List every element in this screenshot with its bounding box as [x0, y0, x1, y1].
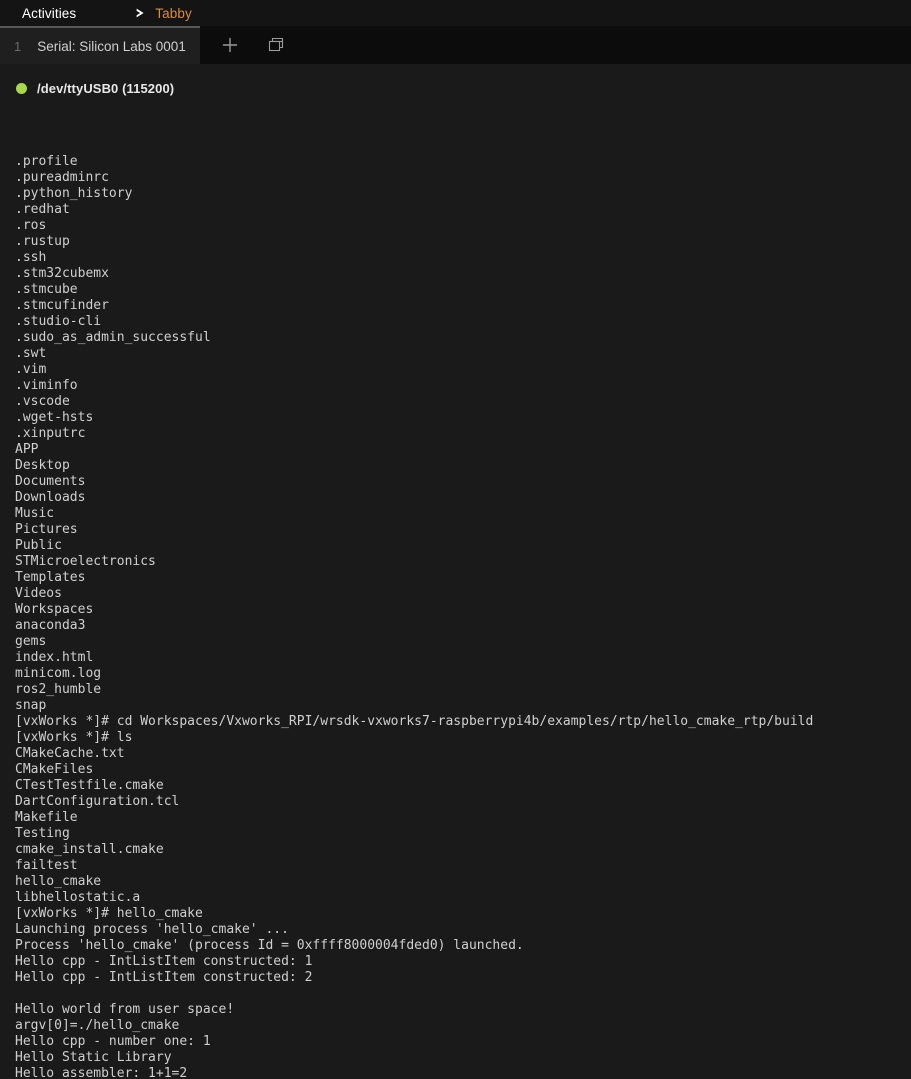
- terminal-line: [vxWorks *]# cd Workspaces/Vxworks_RPI/w…: [15, 714, 814, 729]
- terminal-line: Music: [15, 506, 55, 521]
- serial-connection-status: /dev/ttyUSB0 (115200): [0, 64, 911, 98]
- terminal-line: DartConfiguration.tcl: [15, 794, 180, 809]
- terminal-line: .vscode: [15, 394, 70, 409]
- terminal-line: Workspaces: [15, 602, 94, 617]
- terminal-line: CTestTestfile.cmake: [15, 778, 164, 793]
- terminal-line: .redhat: [15, 202, 70, 217]
- terminal-line: Desktop: [15, 458, 70, 473]
- terminal-scrollback: .profile .pureadminrc .python_history .redh…: [15, 154, 911, 1079]
- terminal-line: hello_cmake: [15, 874, 102, 889]
- terminal-line: .pureadminrc: [15, 170, 109, 185]
- tab-serial-silicon-labs[interactable]: 1 Serial: Silicon Labs 0001: [0, 26, 200, 64]
- terminal-line: .viminfo: [15, 378, 78, 393]
- terminal-line: Process 'hello_cmake' (process Id = 0xff…: [15, 938, 524, 953]
- new-tab-button[interactable]: [218, 33, 242, 57]
- terminal-line: Launching process 'hello_cmake' ...: [15, 922, 289, 937]
- terminal-line: .stmcufinder: [15, 298, 109, 313]
- terminal-line: .stmcube: [15, 282, 78, 297]
- terminal-line: .xinputrc: [15, 426, 86, 441]
- terminal-line: Hello assembler: 1+1=2: [15, 1066, 188, 1079]
- terminal-line: index.html: [15, 650, 94, 665]
- terminal-line: .vim: [15, 362, 47, 377]
- terminal-line: Downloads: [15, 490, 86, 505]
- terminal-line: Testing: [15, 826, 70, 841]
- terminal-line: Documents: [15, 474, 86, 489]
- terminal-line: [vxWorks *]# ls: [15, 730, 133, 745]
- connection-status-dot: [16, 82, 27, 94]
- tab-title-label: Serial: Silicon Labs 0001: [37, 38, 186, 54]
- gnome-top-bar: Activities Tabby: [0, 0, 911, 26]
- chevron-right-icon: [134, 6, 148, 20]
- terminal-line: Templates: [15, 570, 86, 585]
- terminal-line: ros2_humble: [15, 682, 102, 697]
- terminal-line: .python_history: [15, 186, 133, 201]
- terminal-pane[interactable]: /dev/ttyUSB0 (115200) .profile .pureadmin…: [0, 64, 911, 1079]
- split-pane-button[interactable]: [264, 33, 288, 57]
- terminal-line: CMakeCache.txt: [15, 746, 125, 761]
- terminal-line: snap: [15, 698, 47, 713]
- plus-icon: [221, 36, 239, 54]
- terminal-line: anaconda3: [15, 618, 86, 633]
- terminal-line: .swt: [15, 346, 47, 361]
- terminal-line: .ros: [15, 218, 47, 233]
- tab-strip-actions: [200, 26, 288, 64]
- terminal-line: Hello world from user space!: [15, 1002, 235, 1017]
- terminal-line: libhellostatic.a: [15, 890, 141, 905]
- app-name-label: Tabby: [155, 5, 192, 21]
- terminal-line: minicom.log: [15, 666, 102, 681]
- connection-device-label: /dev/ttyUSB0 (115200): [37, 80, 175, 96]
- terminal-line: Hello cpp - IntListItem constructed: 1: [15, 954, 313, 969]
- terminal-line: Public: [15, 538, 62, 553]
- terminal-line: .studio-cli: [15, 314, 102, 329]
- terminal-line: CMakeFiles: [15, 762, 94, 777]
- terminal-line: cmake_install.cmake: [15, 842, 164, 857]
- tab-index-label: 1: [14, 38, 22, 54]
- terminal-line: .sudo_as_admin_successful: [15, 330, 211, 345]
- terminal-line: argv[0]=./hello_cmake: [15, 1018, 180, 1033]
- terminal-output: .profile .pureadminrc .python_history .redh…: [0, 98, 911, 1079]
- terminal-line: Hello cpp - IntListItem constructed: 2: [15, 970, 313, 985]
- terminal-line: gems: [15, 634, 47, 649]
- terminal-line: Videos: [15, 586, 62, 601]
- window-panel-icon: [266, 35, 286, 55]
- terminal-line: .wget-hsts: [15, 410, 94, 425]
- terminal-line: Makefile: [15, 810, 78, 825]
- app-indicator[interactable]: Tabby: [134, 6, 192, 21]
- terminal-line: APP: [15, 442, 39, 457]
- terminal-line: Pictures: [15, 522, 78, 537]
- terminal-line: .rustup: [15, 234, 70, 249]
- terminal-line: .profile: [15, 154, 78, 169]
- terminal-line: failtest: [15, 858, 78, 873]
- terminal-line: .stm32cubemx: [15, 266, 109, 281]
- terminal-line: [vxWorks *]# hello_cmake: [15, 906, 203, 921]
- terminal-line: STMicroelectronics: [15, 554, 156, 569]
- terminal-line: Hello cpp - number one: 1: [15, 1034, 211, 1049]
- activities-button[interactable]: Activities: [16, 6, 82, 21]
- terminal-line: Hello Static Library: [15, 1050, 172, 1065]
- tab-strip: 1 Serial: Silicon Labs 0001: [0, 26, 911, 64]
- terminal-line: .ssh: [15, 250, 47, 265]
